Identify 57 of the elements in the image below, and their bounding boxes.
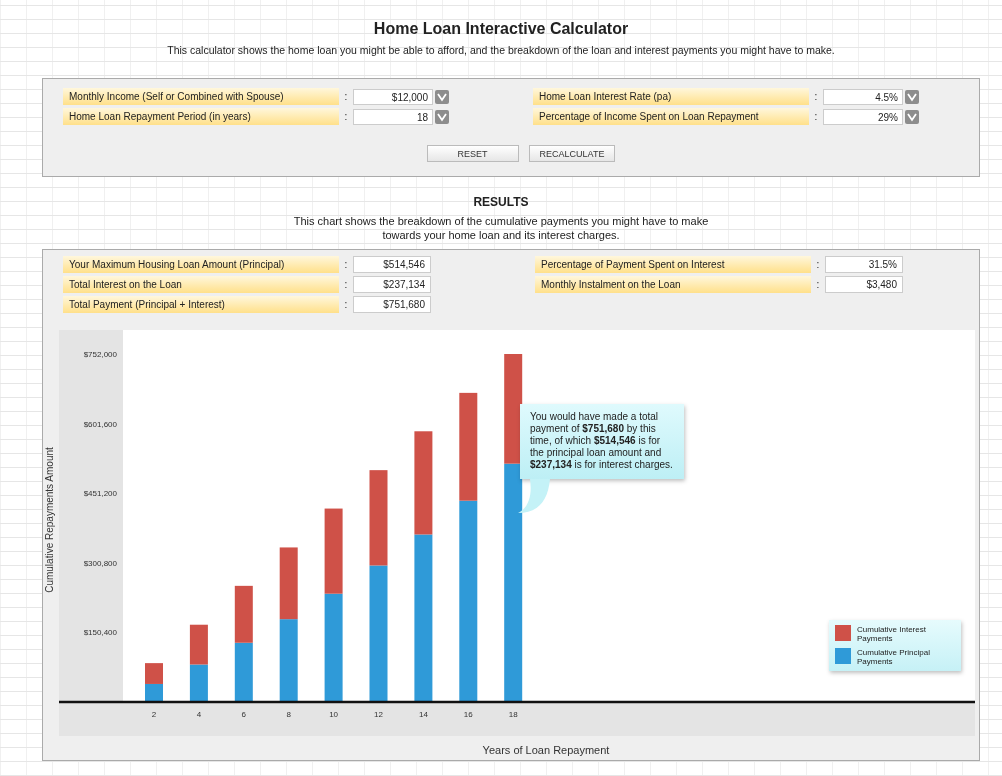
page-subtitle: This calculator shows the home loan you might be able to afford, and the breakdown of the loan and interest payments you might have to make. [166, 44, 836, 56]
legend-label: Cumulative Interest Payments [857, 625, 927, 643]
result-label: Total Interest on the Loan [63, 276, 339, 293]
field-label: Percentage of Income Spent on Loan Repayment [533, 108, 809, 125]
colon: : [815, 279, 821, 290]
colon: : [815, 259, 821, 270]
action-button[interactable]: RECALCULATE [528, 145, 616, 162]
input-field[interactable]: 4.5% [823, 88, 903, 105]
result-value: $514,546 [353, 256, 431, 273]
page-title: Home Loan Interactive Calculator [372, 20, 630, 38]
result-label: Monthly Instalment on the Loan [535, 276, 811, 293]
x-tick-label: 10 [329, 710, 339, 719]
y-tick-label: $150,400 [83, 628, 117, 638]
result-label: Your Maximum Housing Loan Amount (Principal) [63, 256, 339, 273]
y-tick-label: $451,200 [83, 489, 117, 499]
colon: : [343, 279, 349, 290]
result-label: Percentage of Payment Spent on Interest [535, 256, 811, 273]
colon: : [343, 299, 349, 310]
action-button[interactable]: RESET [426, 145, 519, 162]
x-tick-label: 8 [286, 710, 291, 719]
colon: : [343, 111, 349, 122]
field-label: Home Loan Interest Rate (pa) [533, 88, 809, 105]
x-tick-label: 2 [151, 710, 157, 719]
x-tick-label: 6 [241, 710, 247, 719]
x-tick-label: 4 [196, 710, 202, 719]
dropdown-icon[interactable] [435, 109, 449, 124]
x-tick-label: 18 [508, 710, 518, 719]
result-value: $3,480 [825, 276, 903, 293]
x-tick-label: 14 [418, 710, 428, 719]
results-heading: RESULTS [472, 195, 530, 209]
input-field[interactable]: $12,000 [353, 88, 433, 105]
result-value: 31.5% [825, 256, 903, 273]
legend-label: Cumulative Principal Payments [857, 648, 931, 666]
dropdown-icon[interactable] [435, 89, 449, 104]
input-field[interactable]: 18 [353, 108, 433, 125]
bar [145, 663, 163, 684]
result-value: $237,134 [353, 276, 431, 293]
y-tick-label: $300,800 [83, 558, 117, 568]
y-axis-title: Cumulative Repayments Amount [44, 447, 55, 593]
result-label: Total Payment (Principal + Interest) [63, 296, 339, 313]
results-description: This chart shows the breakdown of the cumulative payments you might have to make towards your home loan and its interest charges. [292, 214, 710, 242]
x-axis-title: Years of Loan Repayment [482, 744, 610, 756]
dropdown-icon[interactable] [905, 109, 919, 124]
x-tick-label: 12 [374, 710, 383, 719]
colon: : [343, 91, 349, 102]
colon: : [813, 91, 819, 102]
y-tick-label: $601,600 [83, 419, 117, 429]
colon: : [813, 111, 819, 122]
field-label: Monthly Income (Self or Combined with Spouse) [63, 88, 339, 105]
x-tick-label: 16 [463, 710, 473, 719]
result-value: $751,680 [353, 296, 431, 313]
dropdown-icon[interactable] [905, 89, 919, 104]
tooltip-text: You would have made a total payment of $751,680 by this time, of which $514,546 is for the principal loan amount and $237,134 is for interest charges. [530, 411, 674, 471]
y-tick-label: $752,000 [83, 350, 117, 359]
field-label: Home Loan Repayment Period (in years) [63, 108, 339, 125]
input-field[interactable]: 29% [823, 108, 903, 125]
colon: : [343, 259, 349, 270]
